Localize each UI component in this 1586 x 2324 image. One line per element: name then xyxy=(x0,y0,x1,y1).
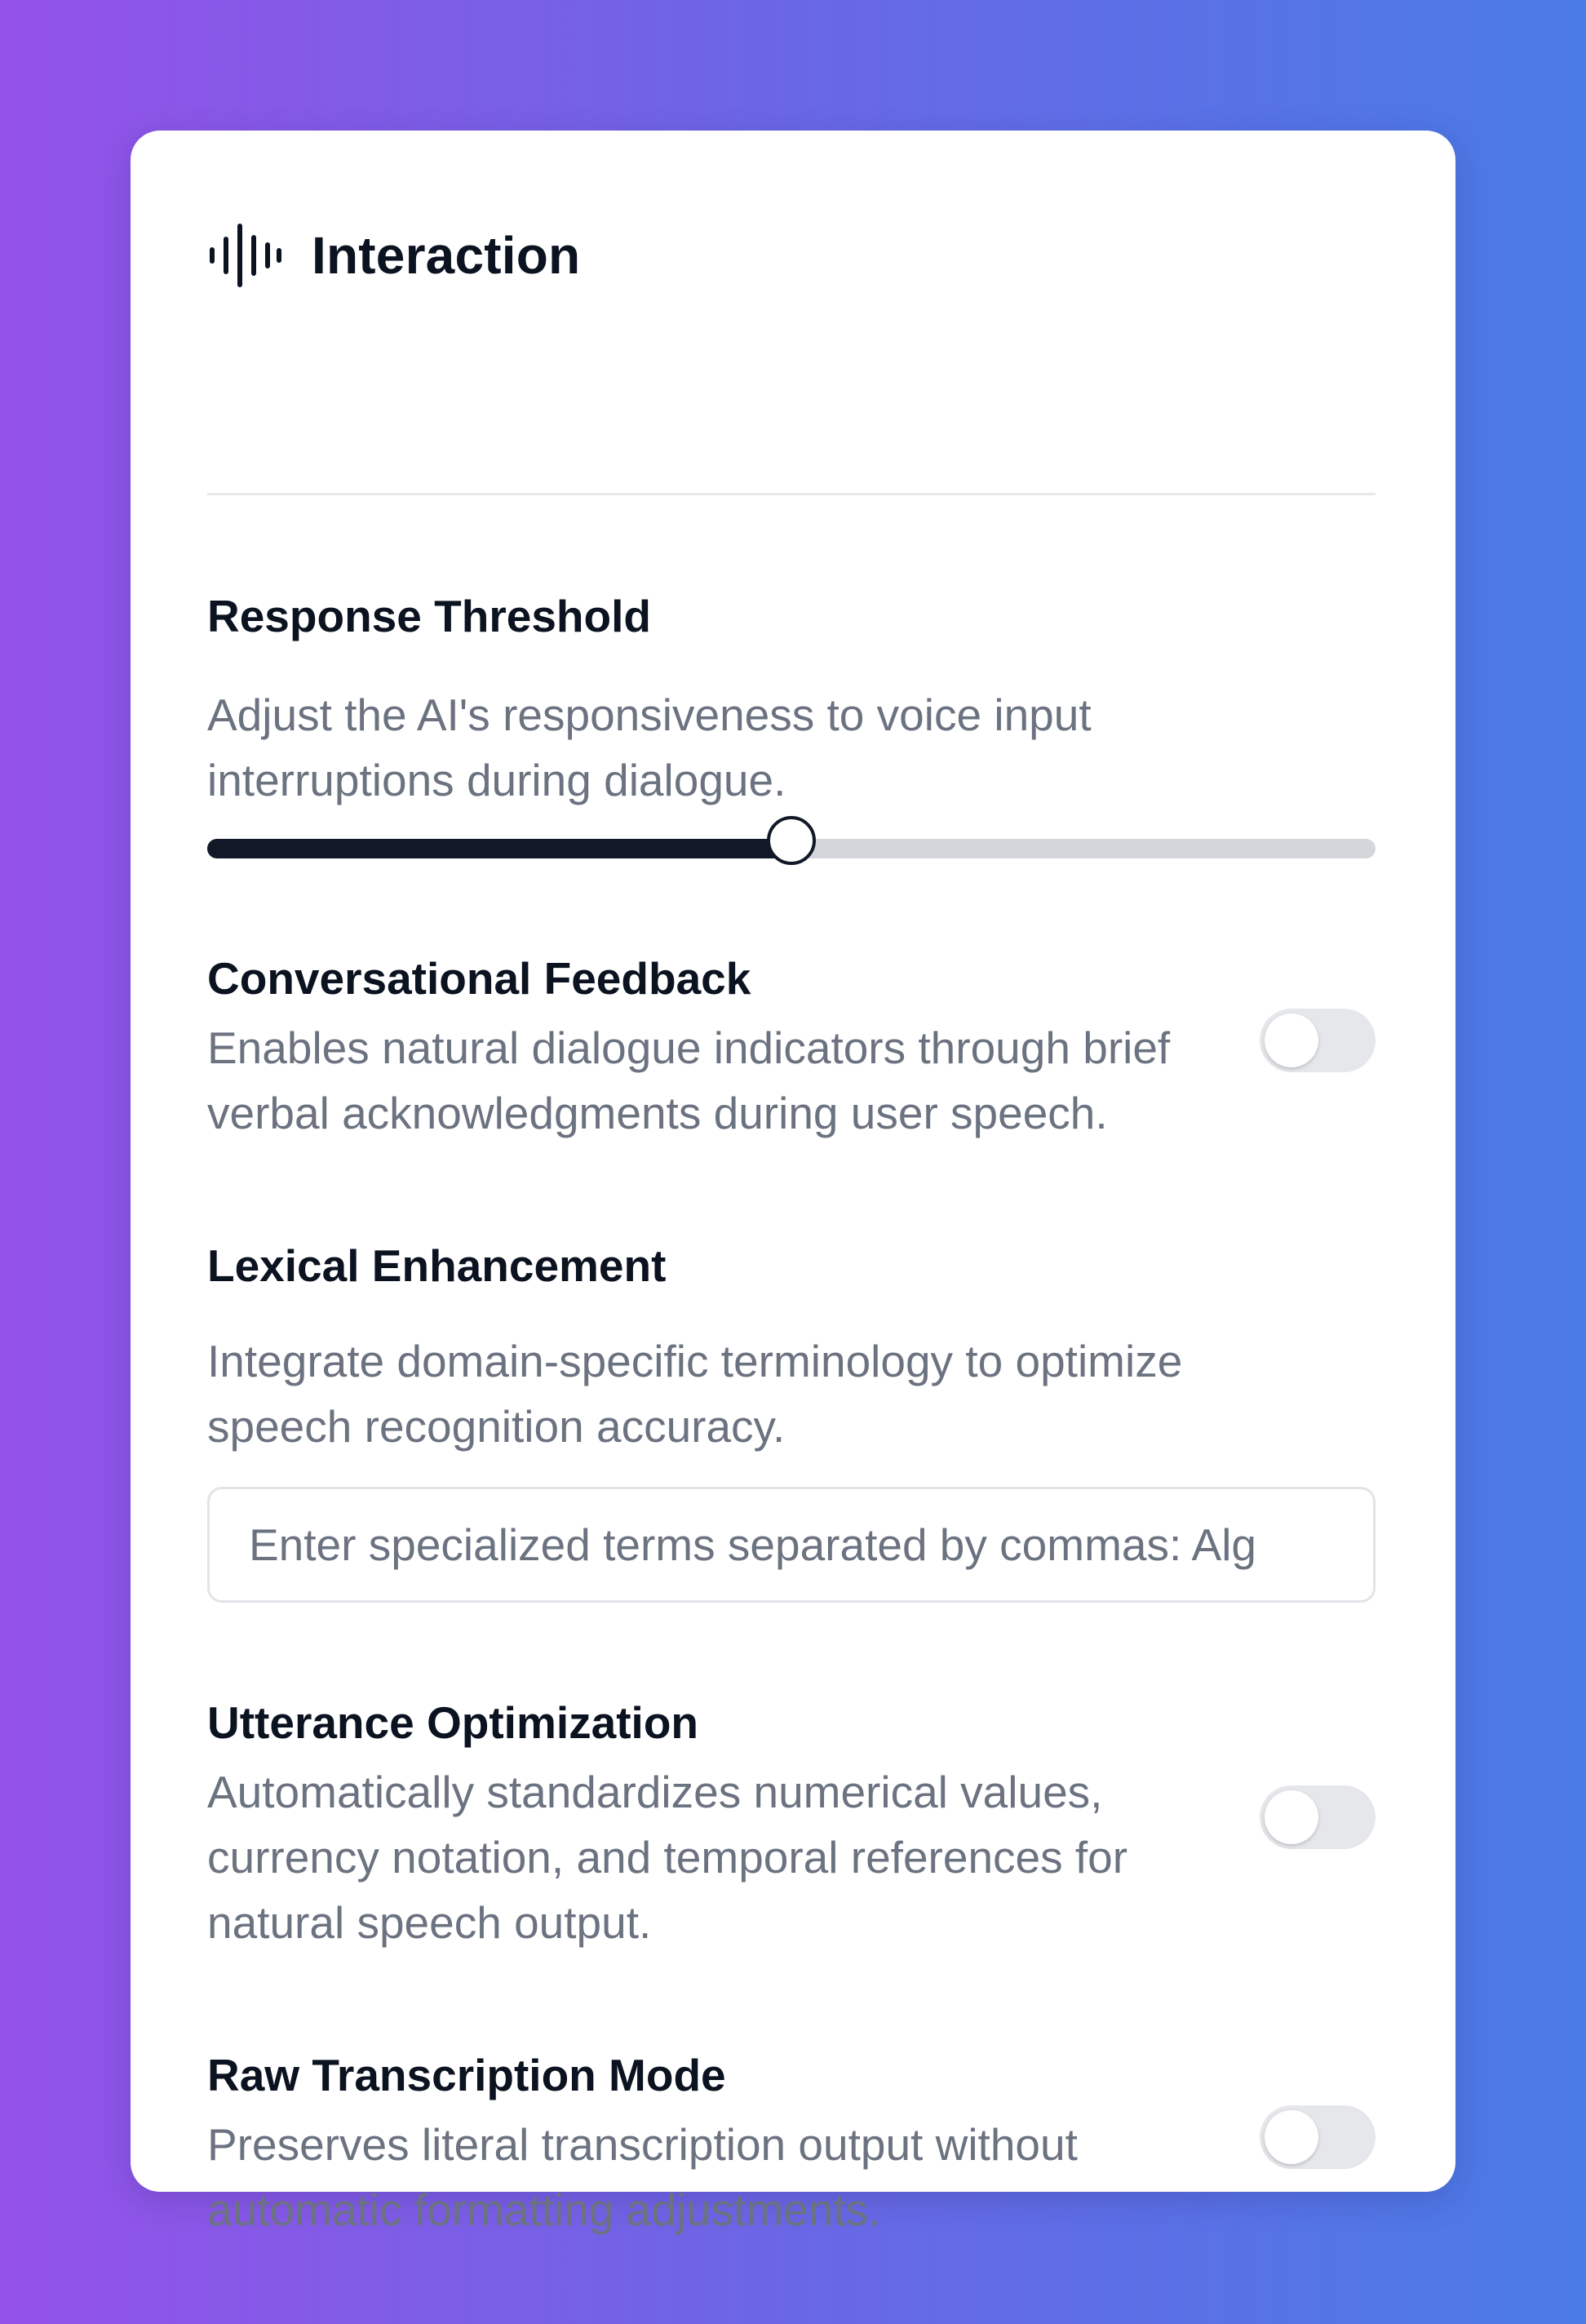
toggle-knob xyxy=(1265,1013,1318,1067)
lexical-enhancement-description-line1: Integrate domain-specific terminology to… xyxy=(207,1336,1183,1386)
slider-thumb[interactable] xyxy=(767,816,816,865)
panel-title: Interaction xyxy=(312,226,581,285)
interaction-settings-card: Interaction Response Threshold Adjust th… xyxy=(131,131,1455,2235)
conversational-feedback-toggle[interactable] xyxy=(1260,1009,1376,1072)
raw-transcription-mode-toggle[interactable] xyxy=(1260,2105,1376,2169)
toggle-knob xyxy=(1265,2110,1318,2164)
waveform-icon xyxy=(210,224,281,287)
header-divider xyxy=(207,493,1376,495)
raw-transcription-mode-description-line2: automatic formatting adjustments. xyxy=(207,2184,881,2235)
utterance-optimization-label: Utterance Optimization xyxy=(207,1697,699,1748)
specialized-terms-input[interactable] xyxy=(207,1487,1376,1603)
conversational-feedback-label: Conversational Feedback xyxy=(207,953,751,1004)
utterance-optimization-toggle[interactable] xyxy=(1260,1785,1376,1849)
utterance-optimization-description-line2: currency notation, and temporal referenc… xyxy=(207,1832,1128,1883)
lexical-enhancement-description-line2: speech recognition accuracy. xyxy=(207,1401,786,1452)
slider-fill xyxy=(207,839,791,858)
utterance-optimization-description-line3: natural speech output. xyxy=(207,1897,652,1948)
response-threshold-slider[interactable] xyxy=(207,816,1376,865)
response-threshold-description-line2: interruptions during dialogue. xyxy=(207,755,786,805)
raw-transcription-mode-description-line1: Preserves literal transcription output w… xyxy=(207,2119,1078,2170)
lexical-enhancement-label: Lexical Enhancement xyxy=(207,1240,667,1291)
toggle-knob xyxy=(1265,1790,1318,1844)
conversational-feedback-description-line2: verbal acknowledgments during user speec… xyxy=(207,1088,1108,1138)
response-threshold-label: Response Threshold xyxy=(207,591,651,641)
utterance-optimization-description-line1: Automatically standardizes numerical val… xyxy=(207,1767,1103,1817)
conversational-feedback-description-line1: Enables natural dialogue indicators thro… xyxy=(207,1022,1171,1073)
raw-transcription-mode-label: Raw Transcription Mode xyxy=(207,2050,726,2100)
panel-header: Interaction xyxy=(207,211,580,300)
response-threshold-description-line1: Adjust the AI's responsiveness to voice … xyxy=(207,690,1092,740)
